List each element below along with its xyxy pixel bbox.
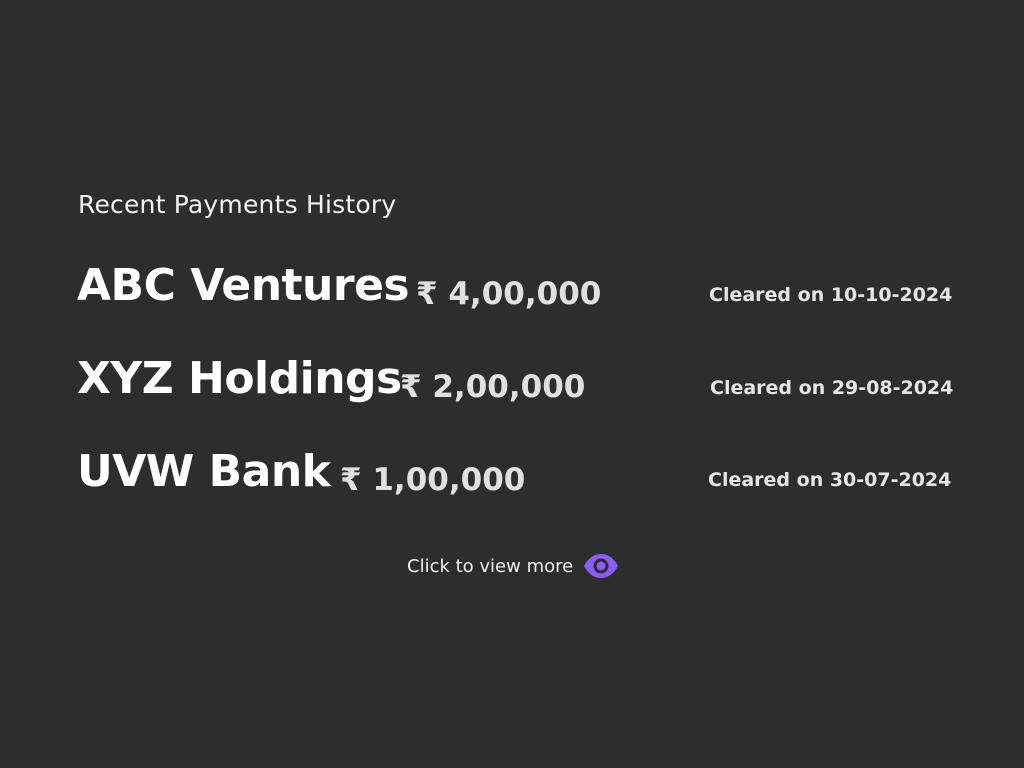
payment-company-name: ABC Ventures xyxy=(77,260,410,311)
section-heading: Recent Payments History xyxy=(78,190,397,219)
view-more-link[interactable]: Click to view more xyxy=(407,553,619,579)
payment-status: Cleared on 10-10-2024 xyxy=(709,284,953,306)
payment-status: Cleared on 30-07-2024 xyxy=(708,469,952,491)
payment-company-name: UVW Bank xyxy=(77,446,331,497)
payment-company-name: XYZ Holdings xyxy=(77,353,402,404)
eye-icon[interactable] xyxy=(583,553,619,579)
payment-amount: ₹ 4,00,000 xyxy=(416,276,602,312)
payment-amount: ₹ 1,00,000 xyxy=(340,462,526,498)
payment-status: Cleared on 29-08-2024 xyxy=(710,377,954,399)
view-more-label: Click to view more xyxy=(407,555,574,577)
payment-amount: ₹ 2,00,000 xyxy=(400,369,586,405)
